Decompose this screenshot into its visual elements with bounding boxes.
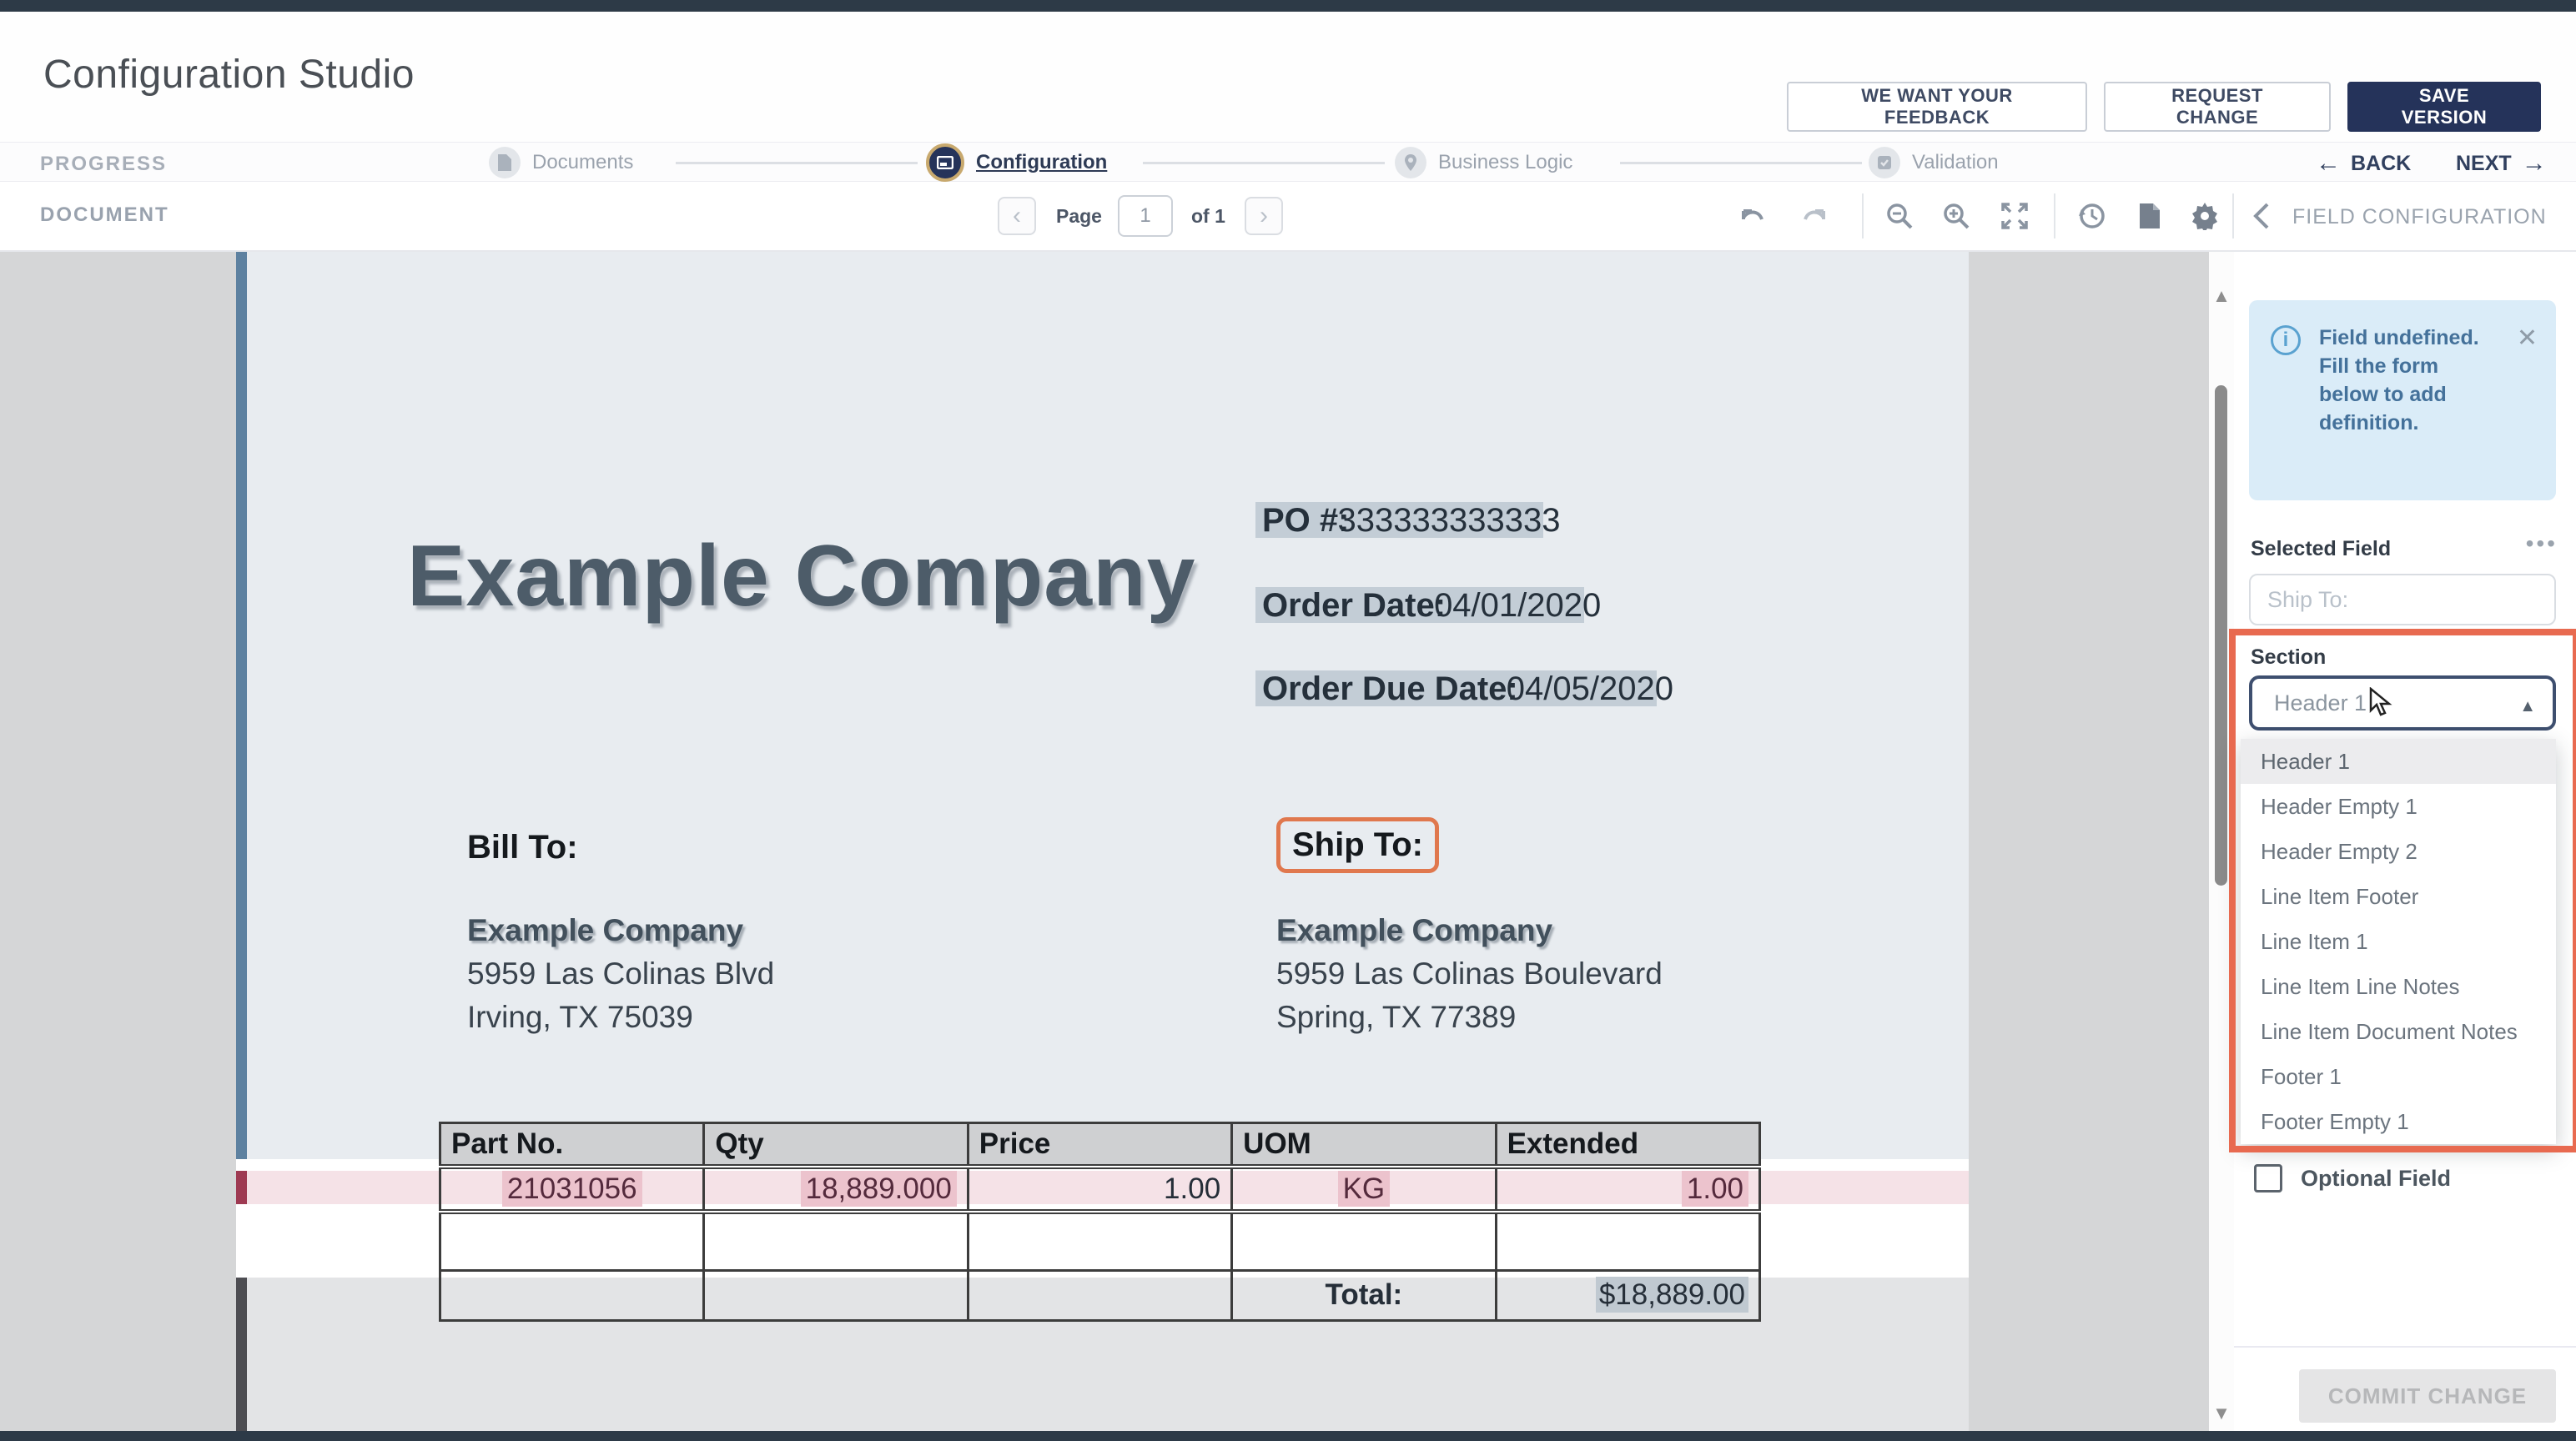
table-row[interactable]: 21031056 18,889.000 1.00 KG 1.00 — [440, 1167, 1760, 1212]
step-connector — [1143, 162, 1385, 164]
undo-icon[interactable] — [1733, 197, 1772, 235]
optional-field-checkbox[interactable] — [2254, 1164, 2282, 1192]
page-title: Configuration Studio — [43, 52, 415, 98]
panel-scrollbar[interactable]: ▲ ▼ — [2209, 252, 2234, 1431]
line-items-table: Part No. Qty Price UOM Extended 21031056… — [439, 1122, 1761, 1322]
document-toolbar: DOCUMENT ‹ Page of 1 › FIELD CONFIGURATI… — [0, 182, 2576, 252]
zoom-in-icon[interactable] — [1937, 197, 1975, 235]
dropdown-option[interactable]: Header 1 — [2241, 739, 2556, 784]
table-total-row: Total: $18,889.00 — [440, 1270, 1760, 1320]
section-label: Section — [2251, 645, 2326, 670]
table-header-row: Part No. Qty Price UOM Extended — [440, 1123, 1760, 1167]
request-change-button[interactable]: REQUEST CHANGE — [2104, 82, 2331, 132]
header-section-marker — [236, 252, 247, 1159]
order-date-field[interactable]: Order Date:04/01/2020 — [1262, 587, 1601, 625]
document-icon[interactable] — [2131, 197, 2169, 235]
toolbar-divider — [1862, 193, 1864, 238]
progress-bar: PROGRESS Documents Configuration Busines… — [0, 142, 2576, 182]
fullscreen-icon[interactable] — [1995, 197, 2034, 235]
close-icon[interactable]: ✕ — [2517, 324, 2538, 353]
redo-icon[interactable] — [1795, 197, 1834, 235]
step-business-logic[interactable]: Business Logic — [1395, 143, 1572, 183]
back-button[interactable]: ← BACK — [2316, 149, 2411, 178]
collapse-panel-icon[interactable] — [2252, 202, 2271, 234]
po-number-field[interactable]: PO #:333333333333 — [1262, 502, 1560, 540]
window-top-bar — [0, 0, 2576, 12]
step-connector — [676, 162, 918, 164]
toolbar-divider — [2232, 193, 2234, 238]
page-next-button[interactable]: › — [1245, 197, 1283, 235]
document-section-label: DOCUMENT — [40, 203, 169, 227]
document-viewer: Example Company PO #:333333333333 Order … — [0, 252, 2209, 1431]
mouse-cursor — [2367, 687, 2392, 721]
dropdown-option[interactable]: Line Item 1 — [2241, 919, 2556, 964]
footer-section-marker — [236, 1278, 247, 1431]
bill-to-label[interactable]: Bill To: — [467, 829, 578, 866]
chevron-up-icon: ▲ — [2519, 697, 2536, 716]
step-documents[interactable]: Documents — [489, 143, 633, 183]
dropdown-option[interactable]: Line Item Line Notes — [2241, 964, 2556, 1009]
page-word: Page — [1056, 205, 1102, 228]
page-prev-button[interactable]: ‹ — [998, 197, 1036, 235]
section-select[interactable]: Header 1 ▲ — [2249, 675, 2556, 731]
ship-to-address[interactable]: Example Company 5959 Las Colinas Bouleva… — [1276, 909, 1663, 1039]
validation-icon — [1869, 147, 1900, 178]
save-version-button[interactable]: SAVE VERSION — [2347, 82, 2541, 132]
page-of-label: of 1 — [1191, 205, 1225, 228]
window-bottom-bar — [0, 1431, 2576, 1441]
field-configuration-title: FIELD CONFIGURATION — [2292, 205, 2547, 229]
next-arrow-icon: → — [2522, 149, 2547, 178]
scroll-up-icon[interactable]: ▲ — [2212, 285, 2231, 307]
step-validation[interactable]: Validation — [1869, 143, 1999, 183]
more-options-icon[interactable]: ••• — [2526, 530, 2558, 557]
business-logic-icon — [1395, 147, 1426, 178]
settings-gear-icon[interactable] — [2186, 197, 2224, 235]
dropdown-option[interactable]: Header Empty 2 — [2241, 829, 2556, 874]
optional-field-label: Optional Field — [2301, 1166, 2451, 1192]
info-message: Field undefined. Fill the form below to … — [2319, 324, 2494, 437]
progress-label: PROGRESS — [40, 153, 167, 176]
next-button[interactable]: NEXT → — [2456, 149, 2547, 178]
back-arrow-icon: ← — [2316, 149, 2341, 178]
panel-divider — [2234, 1346, 2576, 1348]
toolbar-divider — [2054, 193, 2055, 238]
field-configuration-panel: i Field undefined. Fill the form below t… — [2234, 252, 2576, 1431]
ship-to-label-selected[interactable]: Ship To: — [1276, 817, 1439, 873]
dropdown-option[interactable]: Footer Empty 1 — [2241, 1099, 2556, 1144]
feedback-button[interactable]: WE WANT YOUR FEEDBACK — [1787, 82, 2087, 132]
line-item-section-marker — [236, 1171, 247, 1204]
step-connector — [1620, 162, 1862, 164]
selected-field-input[interactable] — [2249, 574, 2556, 625]
commit-change-button[interactable]: COMMIT CHANGE — [2299, 1369, 2556, 1423]
order-due-date-field[interactable]: Order Due Date:04/05/2020 — [1262, 670, 1673, 708]
app-header: Configuration Studio WE WANT YOUR FEEDBA… — [0, 12, 2576, 142]
zoom-out-icon[interactable] — [1880, 197, 1919, 235]
optional-field-row: Optional Field — [2254, 1164, 2451, 1192]
dropdown-option[interactable]: Line Item Document Notes — [2241, 1009, 2556, 1054]
configuration-icon — [926, 143, 964, 182]
dropdown-option[interactable]: Footer 1 — [2241, 1054, 2556, 1099]
page-number-input[interactable] — [1118, 195, 1173, 237]
dropdown-option[interactable]: Header Empty 1 — [2241, 784, 2556, 829]
bill-to-address[interactable]: Example Company 5959 Las Colinas Blvd Ir… — [467, 909, 774, 1039]
section-dropdown-list: Header 1 Header Empty 1 Header Empty 2 L… — [2241, 739, 2556, 1144]
scroll-down-icon[interactable]: ▼ — [2212, 1403, 2231, 1424]
history-icon[interactable] — [2072, 197, 2111, 235]
documents-icon — [489, 147, 521, 178]
step-configuration[interactable]: Configuration — [926, 143, 1107, 183]
selected-field-label: Selected Field — [2251, 537, 2391, 561]
document-page[interactable]: Example Company PO #:333333333333 Order … — [236, 252, 1969, 1431]
info-message-box: i Field undefined. Fill the form below t… — [2249, 300, 2556, 500]
company-logo-text[interactable]: Example Company — [407, 527, 1196, 626]
dropdown-option[interactable]: Line Item Footer — [2241, 874, 2556, 919]
table-row — [440, 1212, 1760, 1270]
scrollbar-thumb[interactable] — [2215, 385, 2227, 886]
info-icon: i — [2271, 325, 2301, 355]
